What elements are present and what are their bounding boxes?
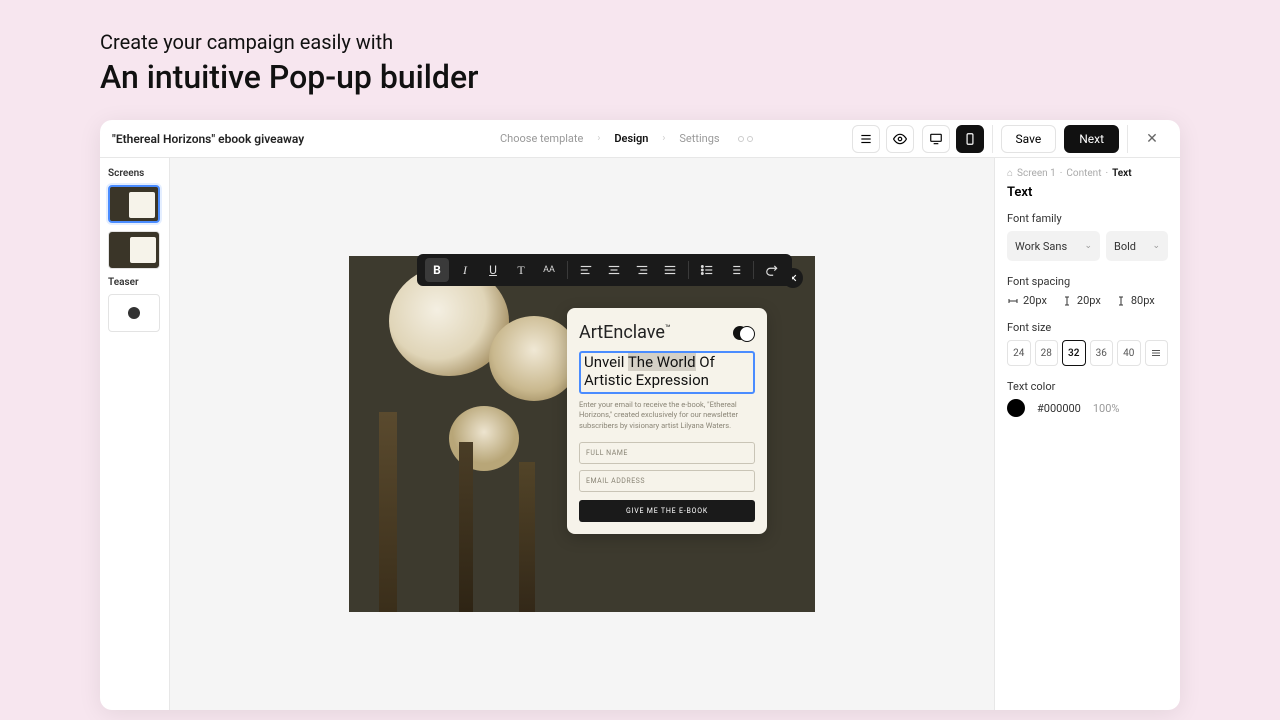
list-numbered-icon[interactable] [723, 258, 747, 282]
brand-name: ArtEnclave™ [579, 322, 671, 343]
screens-sidebar: Screens Teaser [100, 158, 170, 710]
font-family-label: Font family [1007, 212, 1168, 225]
crumb-content[interactable]: Content [1066, 168, 1101, 179]
screens-label: Screens [108, 168, 161, 179]
next-button[interactable]: Next [1064, 125, 1119, 153]
case-button[interactable]: AA [537, 258, 561, 282]
italic-button[interactable]: I [453, 258, 477, 282]
email-input[interactable]: EMAIL ADDRESS [579, 470, 755, 492]
crumb-screen[interactable]: Screen 1 [1017, 168, 1056, 179]
list-bullet-icon[interactable] [695, 258, 719, 282]
chevron-down-icon: ⌄ [1152, 241, 1160, 251]
properties-panel: ⌂ Screen 1· Content· Text Text Font fami… [994, 158, 1180, 710]
font-size-label: Font size [1007, 321, 1168, 334]
align-center-icon[interactable] [602, 258, 626, 282]
align-left-icon[interactable] [574, 258, 598, 282]
teaser-thumbnail[interactable] [108, 294, 160, 332]
promo-title: An intuitive Pop-up builder [100, 58, 1180, 96]
popup-preview: ✕ ArtEnclave™ Unveil The World Of Artist… [349, 256, 815, 612]
step-design[interactable]: Design [614, 132, 648, 145]
heading-selection[interactable]: Unveil The World Of Artistic Expression [579, 351, 755, 394]
line-height[interactable]: 20px [1061, 294, 1101, 307]
paragraph-spacing[interactable]: 80px [1115, 294, 1155, 307]
layout-icon[interactable] [852, 125, 880, 153]
color-swatch[interactable] [1007, 399, 1025, 417]
step-progress-dots [738, 136, 753, 142]
screen-thumbnail-1[interactable] [108, 185, 160, 223]
redo-icon[interactable] [760, 258, 784, 282]
design-canvas: ✕ ArtEnclave™ Unveil The World Of Artist… [170, 158, 994, 710]
step-choose-template[interactable]: Choose template [500, 132, 583, 145]
preview-icon[interactable] [886, 125, 914, 153]
size-32[interactable]: 32 [1062, 340, 1086, 366]
chevron-right-icon: › [597, 133, 600, 144]
size-28[interactable]: 28 [1035, 340, 1059, 366]
size-40[interactable]: 40 [1117, 340, 1141, 366]
screen-thumbnail-2[interactable] [108, 231, 160, 269]
font-spacing-label: Font spacing [1007, 275, 1168, 288]
name-input[interactable]: FULL NAME [579, 442, 755, 464]
size-more-icon[interactable] [1145, 340, 1169, 366]
align-right-icon[interactable] [630, 258, 654, 282]
text-edit-toolbar: B I U T AA [417, 254, 792, 286]
font-weight-select[interactable]: Bold⌄ [1106, 231, 1168, 261]
font-family-select[interactable]: Work Sans⌄ [1007, 231, 1100, 261]
popup-description: Enter your email to receive the e-book, … [579, 400, 755, 433]
align-justify-icon[interactable] [658, 258, 682, 282]
save-button[interactable]: Save [1001, 125, 1057, 153]
letter-spacing[interactable]: 20px [1007, 294, 1047, 307]
campaign-name: "Ethereal Horizons" ebook giveaway [112, 132, 492, 146]
crumb-text: Text [1112, 168, 1132, 179]
size-36[interactable]: 36 [1090, 340, 1114, 366]
desktop-icon[interactable] [922, 125, 950, 153]
close-icon[interactable]: ✕ [1136, 123, 1168, 155]
submit-button[interactable]: GIVE ME THE E-BOOK [579, 500, 755, 522]
wizard-steps: Choose template › Design › Settings [500, 132, 753, 145]
mobile-icon[interactable] [956, 125, 984, 153]
color-hex[interactable]: #000000 [1037, 402, 1081, 415]
brand-logo-icon [733, 325, 755, 341]
step-settings[interactable]: Settings [679, 132, 719, 145]
chevron-down-icon: ⌄ [1084, 241, 1092, 251]
size-24[interactable]: 24 [1007, 340, 1031, 366]
popup-card: ArtEnclave™ Unveil The World Of Artistic… [567, 308, 767, 534]
bold-button[interactable]: B [425, 258, 449, 282]
panel-title: Text [1007, 185, 1168, 200]
teaser-label: Teaser [108, 277, 161, 288]
color-opacity[interactable]: 100% [1093, 402, 1120, 415]
breadcrumb: ⌂ Screen 1· Content· Text [1007, 168, 1168, 179]
app-window: "Ethereal Horizons" ebook giveaway Choos… [100, 120, 1180, 710]
popup-heading: Unveil The World Of Artistic Expression [584, 354, 750, 391]
chevron-right-icon: › [662, 133, 665, 144]
promo-subtitle: Create your campaign easily with [100, 30, 1180, 54]
font-button[interactable]: T [509, 258, 533, 282]
home-icon[interactable]: ⌂ [1007, 168, 1013, 179]
topbar: "Ethereal Horizons" ebook giveaway Choos… [100, 120, 1180, 158]
underline-button[interactable]: U [481, 258, 505, 282]
text-color-label: Text color [1007, 380, 1168, 393]
